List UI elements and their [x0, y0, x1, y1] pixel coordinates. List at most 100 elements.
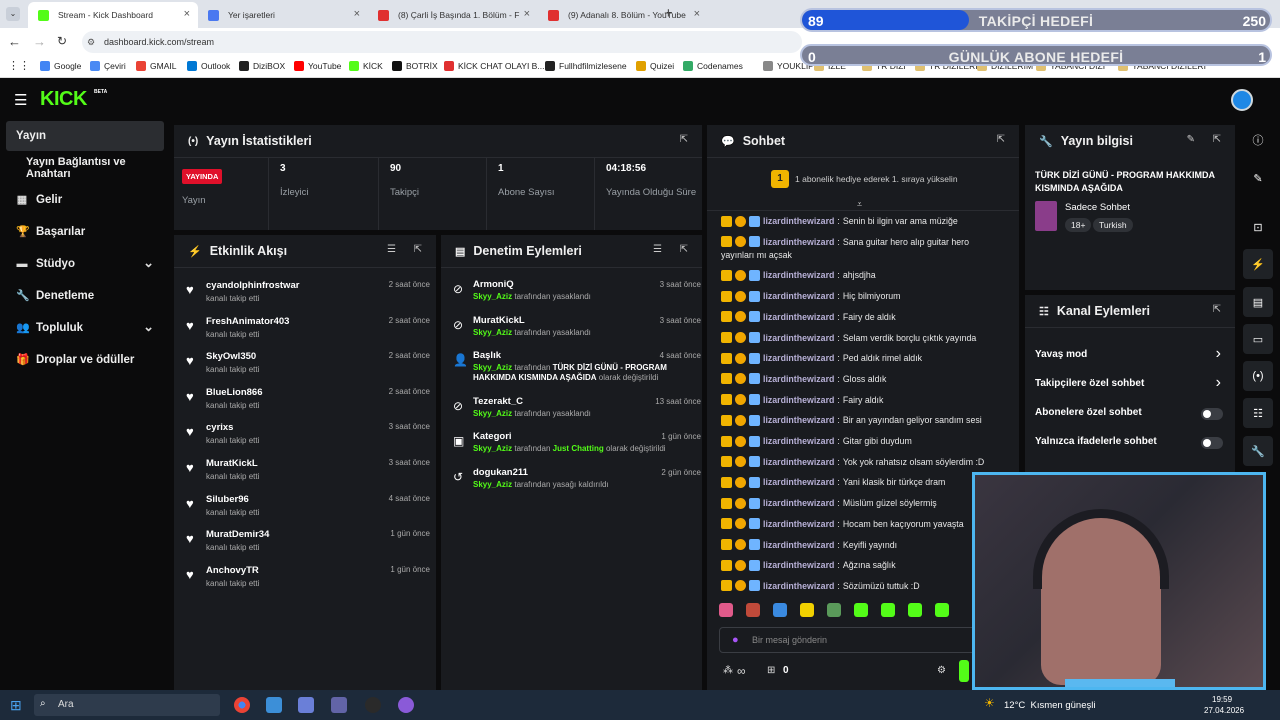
popout-icon[interactable]: ⇱ — [680, 244, 688, 255]
toggle-switch[interactable] — [1201, 437, 1223, 449]
sidebar-item[interactable]: ▦ Gelir — [6, 185, 164, 215]
emote-icon[interactable] — [773, 603, 787, 617]
chat-input[interactable]: ● Bir mesaj gönderin — [719, 627, 1011, 653]
moderator-name[interactable]: Skyy_Aziz — [473, 363, 512, 372]
popout-icon[interactable]: ⇱ — [1213, 304, 1221, 315]
bolt-rail-icon[interactable]: ⚡ — [1243, 249, 1273, 279]
activity-user[interactable]: MuratKickL — [206, 458, 258, 469]
emote-icon[interactable] — [827, 603, 841, 617]
channel-action-row[interactable]: Yavaş mod › — [1025, 345, 1235, 363]
sidebar-item[interactable]: 👥 Topluluk ⌄ — [6, 313, 164, 343]
chat-username[interactable]: lizardinthewizard — [763, 581, 834, 591]
kick-logo[interactable]: KICK — [40, 88, 87, 111]
chat-username[interactable]: lizardinthewizard — [763, 560, 834, 570]
reload-icon[interactable]: ↻ — [57, 34, 67, 48]
channel-action-row[interactable]: Yalnızca ifadelerle sohbet — [1025, 436, 1235, 450]
chevron-down-icon[interactable]: ⌄ — [143, 255, 154, 271]
back-icon[interactable]: ← — [8, 34, 21, 49]
gift-prompt[interactable]: 1 abonelik hediye ederek 1. sıraya yükse… — [795, 174, 958, 184]
browser-tab[interactable]: Stream - Kick Dashboard × — [28, 2, 198, 28]
chat-username[interactable]: lizardinthewizard — [763, 333, 834, 343]
moderator-name[interactable]: Skyy_Aziz — [473, 328, 512, 337]
chevron-down-icon[interactable]: ⌄ — [143, 319, 154, 335]
tab-close-icon[interactable]: × — [694, 8, 700, 20]
moderation-target[interactable]: Kategori — [473, 431, 512, 442]
toggle-switch[interactable] — [1201, 408, 1223, 420]
chat-username[interactable]: lizardinthewizard — [763, 540, 834, 550]
bookmark-item[interactable]: Quizei — [636, 61, 674, 71]
tab-close-icon[interactable]: × — [184, 8, 190, 20]
taskbar-search[interactable]: ⌕ Ara — [34, 694, 220, 716]
sidebar-item[interactable]: 🔧 Denetleme — [6, 281, 164, 311]
popout-icon[interactable]: ⇱ — [997, 134, 1005, 145]
bookmark-item[interactable]: Google — [40, 61, 81, 71]
forward-icon[interactable]: → — [33, 34, 46, 49]
emote-icon[interactable] — [854, 603, 868, 617]
chat-username[interactable]: lizardinthewizard — [763, 270, 834, 280]
broadcast-rail-icon[interactable]: (•) — [1243, 361, 1273, 391]
tag-age[interactable]: 18+ — [1065, 218, 1092, 232]
sidebar-item[interactable]: Yayın Bağlantısı ve Anahtarı — [6, 153, 164, 183]
emote-icon[interactable] — [881, 603, 895, 617]
chat-username[interactable]: lizardinthewizard — [763, 415, 834, 425]
moderator-name[interactable]: Skyy_Aziz — [473, 409, 512, 418]
tab-close-icon[interactable]: × — [354, 8, 360, 20]
pin-icon[interactable]: ⩡ — [857, 199, 862, 210]
info-icon[interactable]: ⓘ — [1243, 125, 1273, 155]
sidebar-item[interactable]: 🏆 Başarılar — [6, 217, 164, 247]
filter-icon[interactable]: ☰ — [653, 244, 662, 255]
emote-icon[interactable] — [908, 603, 922, 617]
bookmark-item[interactable]: YouTube — [294, 61, 341, 71]
moderation-target[interactable]: MuratKickL — [473, 315, 525, 326]
chat-username[interactable]: lizardinthewizard — [763, 395, 834, 405]
sidebar-item[interactable]: Yayın — [6, 121, 164, 151]
activity-user[interactable]: cyandolphinfrostwar — [206, 280, 299, 291]
send-button[interactable] — [959, 660, 969, 682]
bookmark-item[interactable]: Codenames — [683, 61, 743, 71]
activity-user[interactable]: SkyOwl350 — [206, 351, 256, 362]
app-icon[interactable] — [398, 697, 414, 713]
bookmark-item[interactable]: BOTRİX — [392, 61, 438, 71]
activity-user[interactable]: FreshAnimator403 — [206, 316, 289, 327]
chat-username[interactable]: lizardinthewizard — [763, 519, 834, 529]
tab-list-button[interactable]: ⌄ — [6, 7, 20, 21]
settings-icon[interactable]: ⚙ — [937, 665, 946, 676]
moderation-target[interactable]: Tezerakt_C — [473, 396, 523, 407]
chat-username[interactable]: lizardinthewizard — [763, 353, 834, 363]
apps-icon[interactable]: ⋮⋮ — [8, 59, 30, 72]
moderator-name[interactable]: Skyy_Aziz — [473, 480, 512, 489]
popout-icon[interactable]: ⇱ — [1213, 134, 1221, 145]
popout-icon[interactable]: ⇱ — [414, 244, 422, 255]
teams-icon[interactable] — [331, 697, 347, 713]
chat-username[interactable]: lizardinthewizard — [763, 216, 834, 226]
channel-action-row[interactable]: Abonelere özel sohbet — [1025, 407, 1235, 421]
chat-username[interactable]: lizardinthewizard — [763, 312, 834, 322]
chat-username[interactable]: lizardinthewizard — [763, 457, 834, 467]
moderator-name[interactable]: Skyy_Aziz — [473, 444, 512, 453]
obs-icon[interactable] — [365, 697, 381, 713]
chat-username[interactable]: lizardinthewizard — [763, 291, 834, 301]
browser-tab[interactable]: Yer işaretleri × — [198, 2, 368, 28]
chevron-right-icon[interactable]: › — [1216, 374, 1221, 392]
emote-icon[interactable] — [719, 603, 733, 617]
tab-close-icon[interactable]: × — [524, 8, 530, 20]
bookmark-item[interactable]: KİCK CHAT OLAYI B... — [444, 61, 544, 71]
bookmark-item[interactable]: GMAIL — [136, 61, 176, 71]
popout-icon[interactable]: ⇱ — [680, 134, 688, 145]
doc-rail-icon[interactable]: ▤ — [1243, 287, 1273, 317]
browser-tab[interactable]: (9) Adanalı 8. Bölüm - YouTube × — [538, 2, 708, 28]
chat-username[interactable]: lizardinthewizard — [763, 436, 834, 446]
wrench-rail-icon[interactable]: 🔧 — [1243, 436, 1273, 466]
new-tab-button[interactable]: + — [664, 5, 673, 22]
media-icon[interactable] — [298, 697, 314, 713]
browser-tab[interactable]: (8) Çarli İş Başında 1. Bölüm - F × — [368, 2, 538, 28]
pencil-icon[interactable]: ✎ — [1243, 163, 1273, 193]
channel-action-row[interactable]: Takipçilere özel sohbet › — [1025, 374, 1235, 392]
chat-username[interactable]: lizardinthewizard — [763, 498, 834, 508]
emote-icon[interactable] — [800, 603, 814, 617]
list-rail-icon[interactable]: ☷ — [1243, 398, 1273, 428]
activity-user[interactable]: AnchovyTR — [206, 565, 259, 576]
chevron-right-icon[interactable]: › — [1216, 345, 1221, 363]
chat-username[interactable]: lizardinthewizard — [763, 237, 834, 247]
moderation-target[interactable]: dogukan211 — [473, 467, 528, 478]
